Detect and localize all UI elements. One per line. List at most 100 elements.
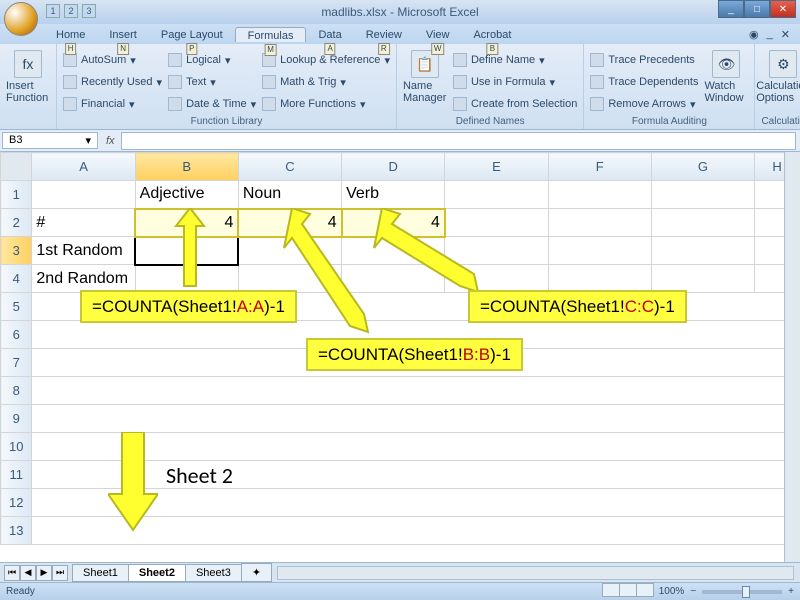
- prev-sheet-button[interactable]: ◀: [20, 565, 36, 581]
- formula-input[interactable]: [121, 132, 796, 150]
- cell[interactable]: 1st Random: [32, 237, 135, 265]
- new-sheet-button[interactable]: ✦: [241, 563, 272, 582]
- worksheet[interactable]: A B C D E F G H 1 Adjective Noun Verb 2 …: [0, 152, 800, 545]
- next-sheet-button[interactable]: ▶: [36, 565, 52, 581]
- date-time-button[interactable]: Date & Time ▾: [168, 94, 256, 114]
- define-name-button[interactable]: Define Name ▾: [453, 50, 577, 70]
- row-header[interactable]: 6: [1, 321, 32, 349]
- col-header-F[interactable]: F: [548, 153, 651, 181]
- row-header[interactable]: 12: [1, 489, 32, 517]
- row-header[interactable]: 1: [1, 181, 32, 209]
- col-header-E[interactable]: E: [445, 153, 548, 181]
- qat-item[interactable]: 3: [82, 4, 96, 18]
- cell[interactable]: [445, 181, 548, 209]
- chevron-down-icon[interactable]: ▾: [85, 134, 91, 147]
- maximize-button[interactable]: □: [744, 0, 770, 18]
- row-header[interactable]: 5: [1, 293, 32, 321]
- cell[interactable]: [32, 405, 800, 433]
- help-icon[interactable]: ◉: [749, 28, 759, 41]
- row-header[interactable]: 9: [1, 405, 32, 433]
- cell[interactable]: [651, 265, 754, 293]
- cell[interactable]: Adjective: [135, 181, 238, 209]
- recently-used-button[interactable]: Recently Used ▾: [63, 72, 162, 92]
- col-header-G[interactable]: G: [651, 153, 754, 181]
- autosum-button[interactable]: AutoSum ▾: [63, 50, 162, 70]
- cell[interactable]: [651, 209, 754, 237]
- page-break-view-button[interactable]: [636, 583, 654, 597]
- trace-dependents-button[interactable]: Trace Dependents: [590, 72, 698, 92]
- row-header[interactable]: 4: [1, 265, 32, 293]
- group-label: Calculation: [761, 116, 800, 129]
- zoom-in-button[interactable]: +: [788, 586, 794, 597]
- col-header-C[interactable]: C: [238, 153, 341, 181]
- row-header[interactable]: 7: [1, 349, 32, 377]
- page-layout-view-button[interactable]: [619, 583, 637, 597]
- tab-page-layout[interactable]: Page LayoutP: [149, 27, 235, 41]
- row-header[interactable]: 8: [1, 377, 32, 405]
- cell[interactable]: [651, 181, 754, 209]
- cell[interactable]: Verb: [342, 181, 445, 209]
- create-from-selection-button[interactable]: Create from Selection: [453, 94, 577, 114]
- logical-button[interactable]: Logical ▾: [168, 50, 256, 70]
- tab-home[interactable]: HomeH: [44, 27, 97, 41]
- text-button[interactable]: Text ▾: [168, 72, 256, 92]
- col-header-A[interactable]: A: [32, 153, 135, 181]
- tab-data[interactable]: DataA: [306, 27, 353, 41]
- calculation-options-button[interactable]: ⚙ Calculation Options: [761, 46, 800, 104]
- use-in-formula-button[interactable]: Use in Formula ▾: [453, 72, 577, 92]
- cell[interactable]: 2nd Random: [32, 265, 135, 293]
- watch-icon: 👁: [712, 50, 740, 78]
- cell[interactable]: [651, 237, 754, 265]
- insert-function-button[interactable]: fx Insert Function: [6, 46, 50, 104]
- close-button[interactable]: ✕: [770, 0, 796, 18]
- cell[interactable]: [32, 321, 800, 349]
- sheet-tab[interactable]: Sheet2: [128, 564, 186, 582]
- tab-view[interactable]: ViewW: [414, 27, 462, 41]
- fx-button[interactable]: fx: [100, 135, 121, 147]
- row-header[interactable]: 11: [1, 461, 32, 489]
- qat-item[interactable]: 1: [46, 4, 60, 18]
- first-sheet-button[interactable]: ⏮: [4, 565, 20, 581]
- cell[interactable]: [548, 265, 651, 293]
- cell[interactable]: [32, 377, 800, 405]
- trace-precedents-button[interactable]: Trace Precedents: [590, 50, 698, 70]
- zoom-slider[interactable]: [702, 590, 782, 594]
- cell[interactable]: [548, 209, 651, 237]
- office-button[interactable]: [4, 2, 38, 36]
- tab-acrobat[interactable]: AcrobatB: [461, 27, 523, 41]
- sheet-tab[interactable]: Sheet3: [185, 564, 242, 582]
- cell[interactable]: [548, 181, 651, 209]
- cell[interactable]: #: [32, 209, 135, 237]
- row-header[interactable]: 10: [1, 433, 32, 461]
- col-header-B[interactable]: B: [135, 153, 238, 181]
- tab-insert[interactable]: InsertN: [97, 27, 149, 41]
- cell[interactable]: [548, 237, 651, 265]
- sheet-tab[interactable]: Sheet1: [72, 564, 129, 582]
- zoom-out-button[interactable]: −: [690, 586, 696, 597]
- more-functions-button[interactable]: More Functions ▾: [262, 94, 390, 114]
- row-header[interactable]: 3: [1, 237, 32, 265]
- minimize-button[interactable]: _: [718, 0, 744, 18]
- qat-item[interactable]: 2: [64, 4, 78, 18]
- row-header[interactable]: 13: [1, 517, 32, 545]
- col-header-D[interactable]: D: [342, 153, 445, 181]
- math-trig-button[interactable]: Math & Trig ▾: [262, 72, 390, 92]
- select-all-corner[interactable]: [1, 153, 32, 181]
- cell[interactable]: [32, 181, 135, 209]
- tab-formulas[interactable]: FormulasM: [235, 27, 307, 42]
- cell[interactable]: [32, 349, 800, 377]
- row-header[interactable]: 2: [1, 209, 32, 237]
- vertical-scrollbar[interactable]: [784, 152, 800, 562]
- horizontal-scrollbar[interactable]: [277, 566, 794, 580]
- name-box[interactable]: B3▾: [2, 132, 98, 149]
- remove-arrows-button[interactable]: Remove Arrows ▾: [590, 94, 698, 114]
- watch-window-button[interactable]: 👁 Watch Window: [704, 46, 748, 104]
- cell[interactable]: Noun: [238, 181, 341, 209]
- last-sheet-button[interactable]: ⏭: [52, 565, 68, 581]
- tab-review[interactable]: ReviewR: [354, 27, 414, 41]
- normal-view-button[interactable]: [602, 583, 620, 597]
- close-workbook-icon[interactable]: ✕: [781, 28, 790, 41]
- minimize-ribbon-icon[interactable]: _: [767, 28, 773, 41]
- zoom-level[interactable]: 100%: [659, 586, 685, 597]
- financial-button[interactable]: Financial ▾: [63, 94, 162, 114]
